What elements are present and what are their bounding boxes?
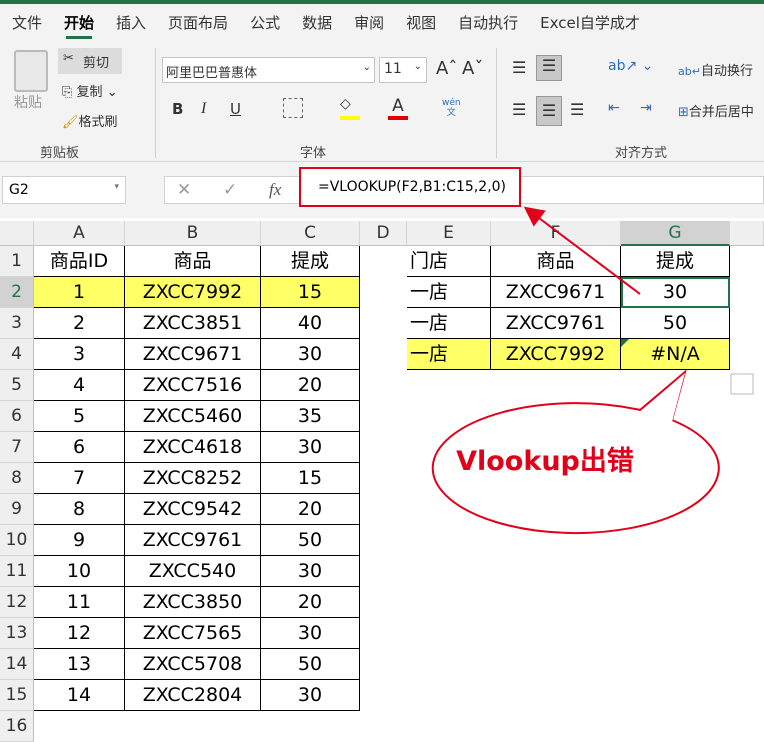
annotation-arrow bbox=[523, 206, 641, 295]
quick-analysis-icon[interactable] bbox=[730, 373, 754, 395]
annotation-layer: Vlookup出错 bbox=[431, 206, 754, 535]
callout-text: Vlookup出错 bbox=[456, 446, 634, 477]
